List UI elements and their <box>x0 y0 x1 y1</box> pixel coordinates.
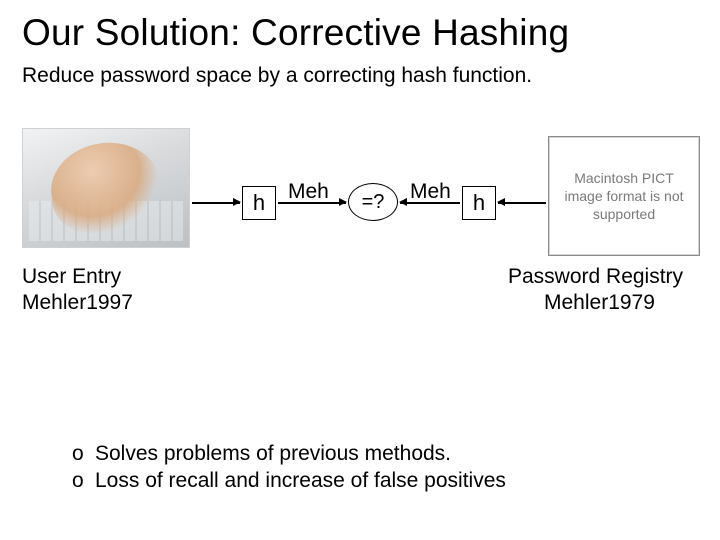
slide-subtitle: Reduce password space by a correcting ha… <box>22 64 698 88</box>
password-registry-value: Mehler1979 <box>508 290 683 316</box>
bullet-marker: o <box>72 467 86 494</box>
slide-title: Our Solution: Corrective Hashing <box>22 12 698 54</box>
hash-output-left: Meh <box>288 180 329 204</box>
arrow-icon <box>192 202 240 204</box>
bullet-text: Solves problems of previous methods. <box>95 440 451 467</box>
arrow-icon <box>400 202 460 204</box>
arrow-icon <box>498 202 546 204</box>
keyboard-image <box>22 128 190 248</box>
user-entry-value: Mehler1997 <box>22 290 133 316</box>
bullet-marker: o <box>72 440 86 467</box>
hash-output-right: Meh <box>410 180 451 204</box>
list-item: o Solves problems of previous methods. <box>72 440 506 467</box>
bullet-text: Loss of recall and increase of false pos… <box>95 467 506 494</box>
diagram: h Meh =? Meh h Macintosh PICT image form… <box>22 128 698 328</box>
bullet-list: o Solves problems of previous methods. o… <box>72 440 506 495</box>
compare-node: =? <box>348 183 398 221</box>
hash-box-right: h <box>462 186 496 220</box>
hash-box-left: h <box>242 186 276 220</box>
pict-placeholder: Macintosh PICT image format is not suppo… <box>548 136 700 256</box>
user-entry-label: User Entry <box>22 264 133 290</box>
user-entry-caption: User Entry Mehler1997 <box>22 264 133 317</box>
password-registry-caption: Password Registry Mehler1979 <box>508 264 683 317</box>
list-item: o Loss of recall and increase of false p… <box>72 467 506 494</box>
password-registry-label: Password Registry <box>508 264 683 290</box>
arrow-icon <box>278 202 346 204</box>
